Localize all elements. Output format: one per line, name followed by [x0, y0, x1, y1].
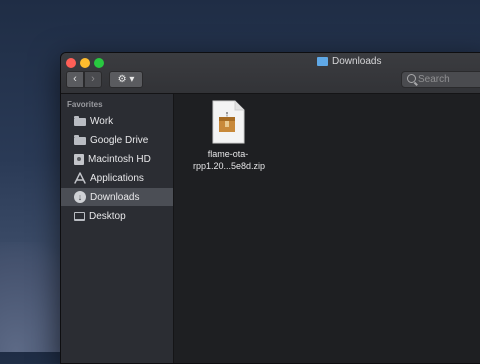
sidebar-item-label: Downloads — [90, 191, 140, 203]
file-name-line: flame-ota- — [207, 149, 249, 159]
sidebar: Favorites Work Google Drive Macintosh HD… — [61, 94, 174, 363]
hard-drive-icon — [74, 153, 84, 165]
file-browser-content: flame-ota- rpp1.20...5e8d.zip — [174, 94, 480, 363]
sidebar-item-label: Macintosh HD — [88, 153, 151, 165]
finder-window: Downloads ‹ › ⚙ ▾ Favorites Work Google … — [60, 52, 480, 364]
sidebar-item-downloads[interactable]: ↓ Downloads — [61, 188, 173, 206]
desktop-icon — [74, 211, 85, 221]
sidebar-heading: Favorites — [67, 100, 103, 109]
forward-button[interactable]: › — [84, 71, 102, 88]
sidebar-item-label: Desktop — [89, 210, 126, 222]
sidebar-item-label: Google Drive — [90, 134, 149, 146]
sidebar-item-work[interactable]: Work — [61, 112, 173, 130]
search-field[interactable] — [401, 71, 480, 88]
applications-icon — [74, 172, 86, 184]
file-item[interactable]: flame-ota- rpp1.20...5e8d.zip — [193, 100, 266, 172]
sidebar-item-label: Applications — [90, 172, 144, 184]
zoom-button[interactable] — [94, 58, 104, 68]
file-name-line: rpp1.20...5e8d.zip — [193, 161, 266, 171]
close-button[interactable] — [66, 58, 76, 68]
folder-icon — [74, 116, 86, 126]
action-menu-button[interactable]: ⚙ ▾ — [109, 71, 143, 88]
search-icon — [407, 74, 416, 83]
window-title-text: Downloads — [332, 56, 382, 67]
window-title: Downloads — [317, 56, 381, 67]
sidebar-item-applications[interactable]: Applications — [61, 169, 173, 187]
sidebar-item-label: Work — [90, 115, 114, 127]
sidebar-item-google-drive[interactable]: Google Drive — [61, 131, 173, 149]
sidebar-item-macintosh-hd[interactable]: Macintosh HD — [61, 150, 173, 168]
back-button[interactable]: ‹ — [66, 71, 84, 88]
folder-icon — [74, 135, 86, 145]
sidebar-item-desktop[interactable]: Desktop — [61, 207, 173, 225]
navigation-buttons: ‹ › — [66, 71, 102, 88]
folder-icon — [317, 57, 328, 66]
search-input[interactable] — [418, 72, 480, 87]
minimize-button[interactable] — [80, 58, 90, 68]
zip-archive-icon — [209, 100, 247, 144]
titlebar: Downloads ‹ › ⚙ ▾ — [61, 53, 480, 94]
file-name: flame-ota- rpp1.20...5e8d.zip — [193, 148, 266, 172]
download-icon: ↓ — [74, 191, 86, 203]
